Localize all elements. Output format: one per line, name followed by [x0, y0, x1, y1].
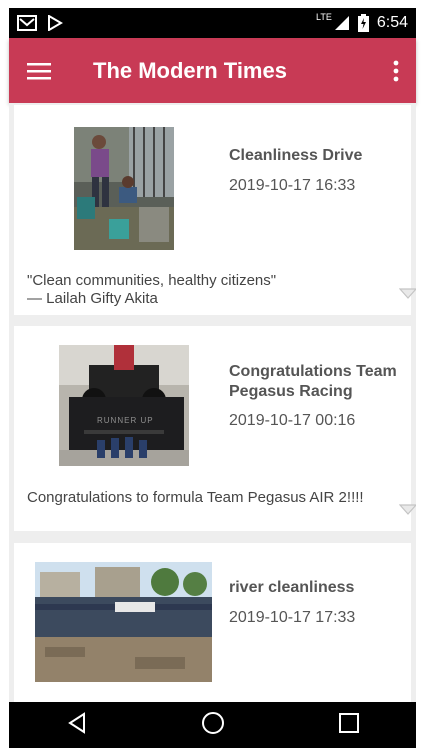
battery-charging-icon	[357, 14, 369, 32]
expand-triangle-icon[interactable]	[399, 504, 416, 515]
network-type-label: LTE	[316, 12, 332, 22]
expand-triangle-icon[interactable]	[399, 288, 416, 299]
article-card[interactable]: RUNNER UP Congratulations Team Pegasus R…	[14, 326, 416, 531]
signal-icon	[334, 16, 349, 30]
clock: 6:54	[376, 14, 408, 31]
article-title: Cleanliness Drive	[229, 147, 363, 164]
menu-button[interactable]	[9, 38, 69, 103]
home-icon	[201, 711, 224, 734]
article-image	[74, 127, 174, 250]
app-bar: The Modern Times	[9, 38, 416, 103]
article-description: Congratulations to formula Team Pegasus …	[27, 489, 364, 506]
status-bar: LTE 6:54	[9, 8, 416, 38]
article-title: Congratulations Team Pegasus Racing	[229, 363, 397, 400]
screen-border-left	[0, 0, 9, 748]
recents-icon	[338, 712, 359, 733]
banner-text: RUNNER UP	[97, 416, 154, 425]
article-card[interactable]: Cleanliness Drive 2019-10-17 16:33 "Clea…	[14, 105, 416, 315]
back-button[interactable]	[66, 711, 88, 739]
article-card[interactable]: river cleanliness 2019-10-17 17:33	[14, 543, 411, 702]
article-image	[35, 562, 212, 682]
article-date: 2019-10-17 16:33	[229, 177, 356, 194]
article-date: 2019-10-17 00:16	[229, 412, 356, 429]
screen-border-right	[416, 0, 425, 748]
play-store-notification-icon	[48, 15, 63, 31]
home-button[interactable]	[201, 711, 225, 740]
overflow-menu-button[interactable]	[376, 38, 416, 103]
gmail-notification-icon	[17, 15, 37, 31]
article-list[interactable]: Cleanliness Drive 2019-10-17 16:33 "Clea…	[9, 103, 416, 702]
app-title: The Modern Times	[93, 57, 287, 83]
article-image: RUNNER UP	[59, 345, 189, 466]
menu-icon	[27, 62, 51, 79]
article-description: "Clean communities, healthy citizens" — …	[27, 272, 277, 307]
more-vert-icon	[393, 60, 399, 81]
navigation-bar	[9, 702, 416, 748]
back-icon	[67, 711, 85, 734]
article-title: river cleanliness	[229, 579, 355, 596]
recents-button[interactable]	[338, 712, 360, 739]
article-date: 2019-10-17 17:33	[229, 609, 356, 626]
